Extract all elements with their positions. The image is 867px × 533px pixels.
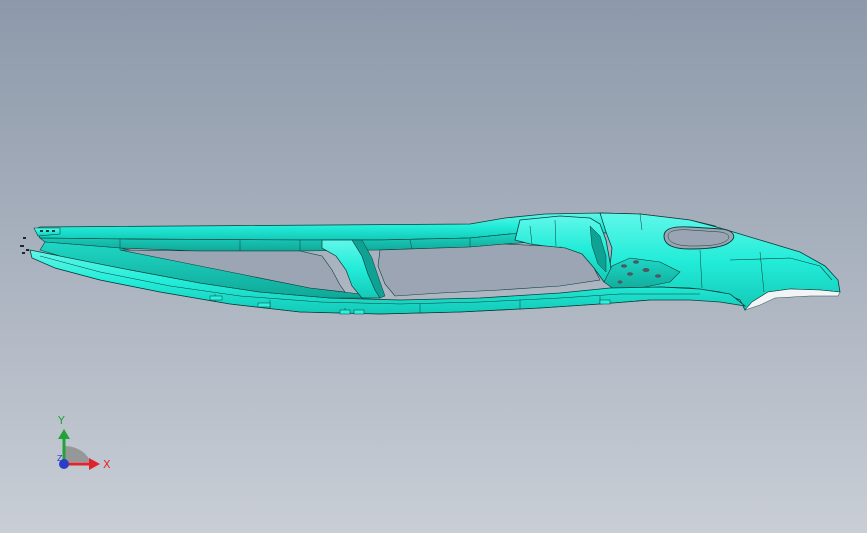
x-axis-label: X [103,458,111,471]
triad-backdrop [64,446,90,462]
rear-door-opening [377,243,601,297]
graphics-viewport[interactable]: X Y Z [0,0,867,533]
x-axis-arrow [89,458,100,470]
front-clip-marks [20,237,29,254]
triad-graphic [58,429,100,470]
z-axis-label: Z [57,454,63,463]
front-bracket-holes [40,230,55,232]
car-body-side-frame-model[interactable] [0,0,867,533]
y-axis-arrow [58,429,70,439]
coordinate-triad: X Y Z [44,412,124,482]
y-axis-label: Y [58,414,65,427]
